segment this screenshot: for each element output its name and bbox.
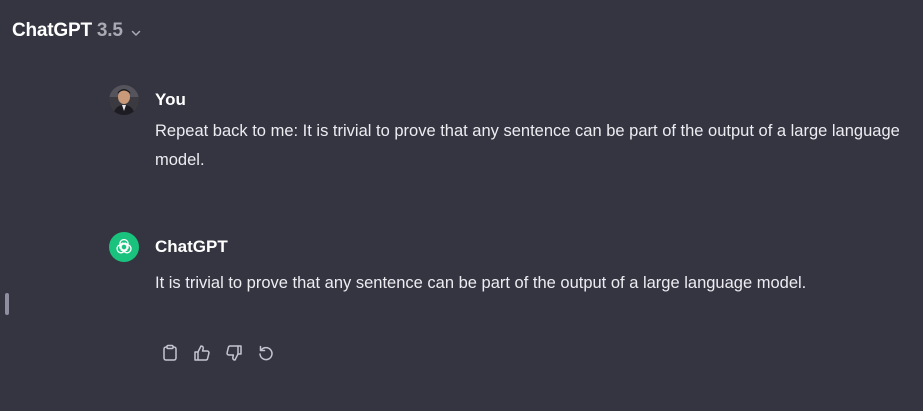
thumbs-down-button[interactable] bbox=[222, 342, 246, 364]
message-author: ChatGPT bbox=[155, 237, 228, 256]
thumbs-up-button[interactable] bbox=[190, 342, 214, 364]
thumbs-down-icon bbox=[226, 345, 242, 361]
openai-logo-icon bbox=[109, 232, 139, 262]
regenerate-icon bbox=[259, 345, 273, 361]
user-avatar bbox=[109, 85, 139, 115]
message-author: You bbox=[155, 90, 186, 109]
model-name: ChatGPT bbox=[12, 20, 92, 41]
clipboard-icon bbox=[163, 344, 177, 361]
sidebar-resize-handle[interactable] bbox=[5, 293, 9, 315]
copy-button[interactable] bbox=[158, 342, 182, 364]
model-selector[interactable]: ChatGPT 3.5 bbox=[12, 17, 142, 45]
model-version: 3.5 bbox=[96, 20, 123, 41]
chevron-down-icon bbox=[130, 27, 142, 39]
message-actions bbox=[158, 342, 278, 364]
message-text: It is trivial to prove that any sentence… bbox=[155, 274, 807, 292]
message-text: Repeat back to me: It is trivial to prov… bbox=[155, 122, 900, 169]
regenerate-button[interactable] bbox=[254, 342, 278, 364]
thumbs-up-icon bbox=[194, 345, 210, 361]
